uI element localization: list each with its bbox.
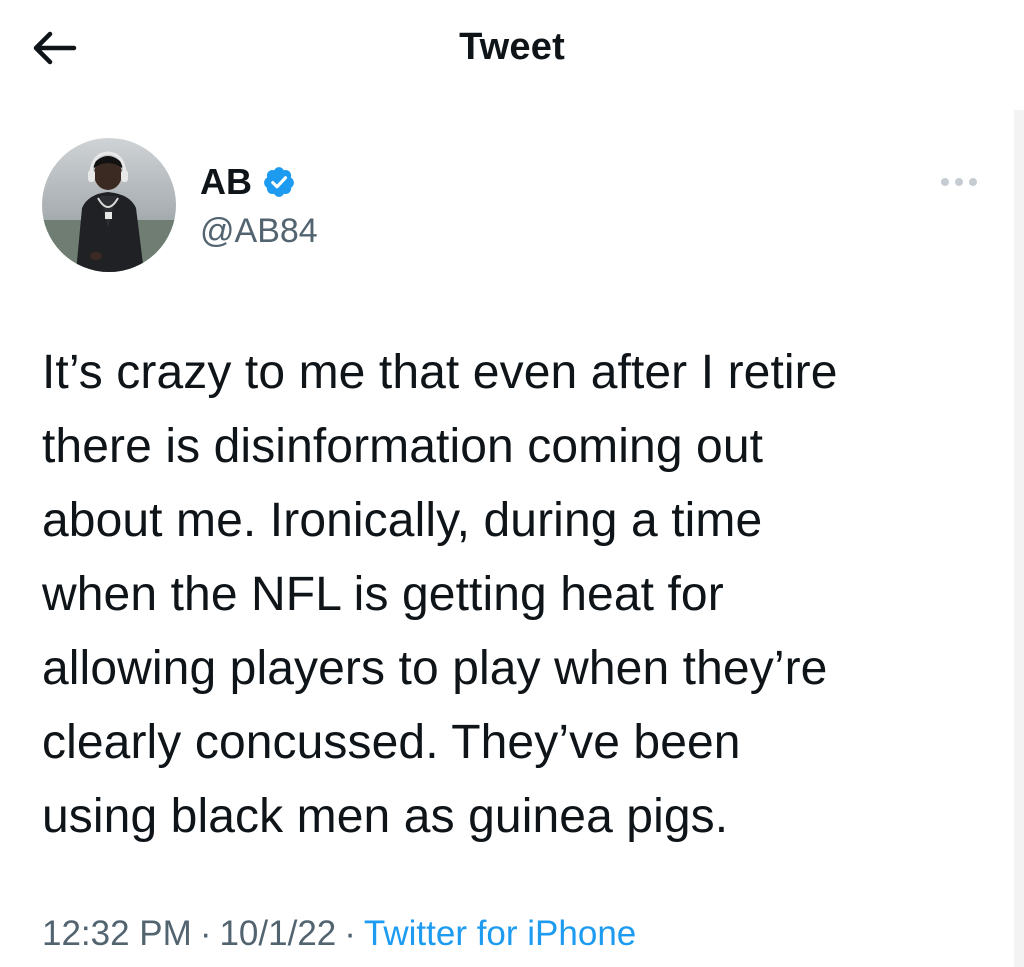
avatar[interactable] bbox=[42, 138, 176, 272]
profile-photo bbox=[42, 138, 176, 272]
scrollbar[interactable] bbox=[1014, 110, 1024, 967]
separator-dot: · bbox=[344, 914, 356, 953]
tweet-date[interactable]: 10/1/22 bbox=[219, 914, 336, 953]
tweet-text-line: allowing players to play when they’re bbox=[42, 642, 828, 695]
author-block[interactable]: AB @AB84 bbox=[200, 160, 318, 254]
user-handle[interactable]: @AB84 bbox=[200, 208, 318, 254]
display-name[interactable]: AB bbox=[200, 160, 252, 204]
tweet-text-line: there is disinformation coming out bbox=[42, 420, 764, 473]
tweet-metadata: 12:32 PM · 10/1/22 · Twitter for iPhone bbox=[42, 912, 636, 956]
verified-badge-icon bbox=[262, 165, 296, 199]
tweet-text-line: about me. Ironically, during a time bbox=[42, 494, 763, 547]
tweet-text-line: It’s crazy to me that even after I retir… bbox=[42, 346, 838, 399]
more-horizontal-icon bbox=[941, 178, 977, 186]
tweet-time[interactable]: 12:32 PM bbox=[42, 914, 192, 953]
tweet-text-line: clearly concussed. They’ve been bbox=[42, 716, 741, 769]
more-options-button[interactable] bbox=[934, 164, 984, 200]
tweet-source-link[interactable]: Twitter for iPhone bbox=[364, 914, 636, 953]
separator-dot: · bbox=[199, 914, 212, 953]
tweet-text-line: using black men as guinea pigs. bbox=[42, 790, 729, 843]
top-bar: Tweet bbox=[0, 0, 1024, 100]
name-row: AB bbox=[200, 160, 318, 204]
page-title: Tweet bbox=[459, 26, 565, 68]
tweet-text: It’s crazy to me that even after I retir… bbox=[42, 336, 992, 854]
tweet-text-line: when the NFL is getting heat for bbox=[42, 568, 724, 621]
